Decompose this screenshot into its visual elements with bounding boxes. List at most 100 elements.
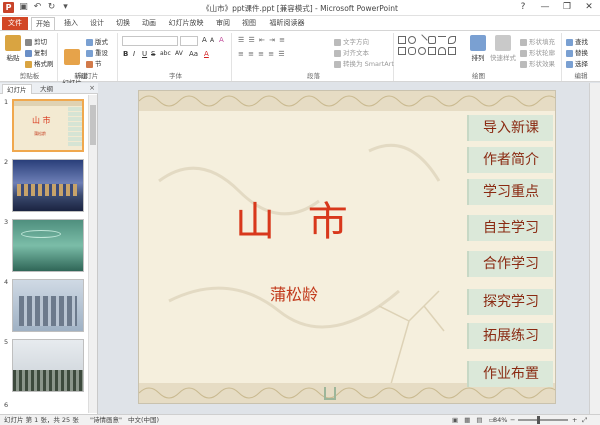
zoom-slider[interactable] <box>518 419 568 421</box>
menu-item-extension[interactable]: 拓展练习 <box>467 323 553 349</box>
arrange-button[interactable]: 排列 <box>468 35 488 62</box>
rectangle-shape-icon[interactable] <box>398 36 406 44</box>
close-pane-icon[interactable]: × <box>89 84 95 92</box>
slide-2-preview[interactable] <box>12 159 84 212</box>
shape-fill-button[interactable]: 形状填充 <box>520 36 555 46</box>
strikethrough-button[interactable]: S <box>151 50 155 58</box>
tab-transitions[interactable]: 切换 <box>112 17 134 30</box>
bold-button[interactable]: B <box>123 50 128 58</box>
slide-thumbnail[interactable]: 4 <box>0 277 88 333</box>
editor-scrollbar[interactable] <box>589 83 600 414</box>
slide-3-preview[interactable] <box>12 219 84 272</box>
reset-button[interactable]: 重设 <box>86 47 108 57</box>
tab-file[interactable]: 文件 <box>2 17 28 30</box>
circle-shape-icon[interactable] <box>418 47 426 55</box>
clear-format-button[interactable]: A <box>219 36 224 44</box>
format-painter-button[interactable]: 格式刷 <box>25 58 54 68</box>
tab-insert[interactable]: 插入 <box>60 17 82 30</box>
arrow-shape-icon[interactable] <box>438 36 446 44</box>
align-text-button[interactable]: 对齐文本 <box>334 47 369 57</box>
line-shape-icon[interactable] <box>416 34 428 46</box>
smartart-button[interactable]: 转换为 SmartArt <box>334 58 394 68</box>
shape-outline-button[interactable]: 形状轮廓 <box>520 47 555 57</box>
menu-item-self-study[interactable]: 自主学习 <box>467 215 553 241</box>
font-color-button[interactable]: A <box>204 50 209 58</box>
tab-view[interactable]: 视图 <box>238 17 260 30</box>
shape-effects-button[interactable]: 形状效果 <box>520 58 555 68</box>
view-buttons[interactable]: ▣ ▦ ▤ ▭ <box>452 415 497 425</box>
zoom-in-icon[interactable]: + <box>572 415 577 425</box>
shapes-gallery[interactable] <box>398 34 464 68</box>
slide-canvas[interactable]: 山 市 蒲松龄 导入新课 作者简介 学习重点 自主学习 合作学习 探究学习 拓展… <box>138 90 556 404</box>
tab-outline-pane[interactable]: 大纲 <box>36 84 57 94</box>
tab-animations[interactable]: 动画 <box>138 17 160 30</box>
quick-styles-button[interactable]: 快速样式 <box>490 35 516 62</box>
slide-author[interactable]: 蒲松龄 <box>270 281 318 305</box>
zoom-level[interactable]: 84% <box>493 415 507 425</box>
close-icon[interactable]: ✕ <box>578 0 600 15</box>
italic-button[interactable]: I <box>133 50 135 58</box>
align-buttons-icon[interactable]: ≡ ≡ ≡ ≡ ☰ <box>238 50 286 58</box>
tab-design[interactable]: 设计 <box>86 17 108 30</box>
slide-4-preview[interactable] <box>12 279 84 332</box>
shadow-button[interactable]: abc <box>160 50 171 57</box>
change-case-button[interactable]: Aa <box>189 50 198 58</box>
font-name-dropdown[interactable] <box>122 36 178 46</box>
layout-button[interactable]: 版式 <box>86 36 108 46</box>
help-icon[interactable]: ? <box>512 0 534 15</box>
fit-to-window-icon[interactable]: ⤢ <box>582 415 587 425</box>
tab-review[interactable]: 审阅 <box>212 17 234 30</box>
copy-button[interactable]: 复制 <box>25 47 47 57</box>
shrink-font-button[interactable]: A <box>210 37 214 44</box>
menu-item-cooperative[interactable]: 合作学习 <box>467 251 553 277</box>
thumb-skyline-image <box>19 296 77 326</box>
menu-item-intro[interactable]: 导入新课 <box>467 115 553 141</box>
tab-slides-pane[interactable]: 幻灯片 <box>2 84 32 94</box>
slide-title[interactable]: 山 市 <box>235 189 358 247</box>
text-direction-button[interactable]: 文字方向 <box>334 36 369 46</box>
smartart-icon <box>334 60 341 68</box>
slide-1-preview[interactable]: 山 市 蒲松龄 <box>12 99 84 152</box>
select-button[interactable]: 选择 <box>566 58 588 68</box>
thumbnails-scrollbar[interactable] <box>88 95 97 413</box>
zoom-slider-thumb[interactable] <box>537 416 540 424</box>
slide-thumbnail[interactable]: 1 山 市 蒲松龄 <box>0 97 88 153</box>
cut-button[interactable]: 剪切 <box>25 36 47 46</box>
arrange-icon <box>470 35 486 51</box>
find-button[interactable]: 查找 <box>566 36 588 46</box>
slide-5-preview[interactable] <box>12 339 84 392</box>
menu-item-homework[interactable]: 作业布置 <box>467 361 553 387</box>
zoom-out-icon[interactable]: − <box>510 415 515 425</box>
tab-slideshow[interactable]: 幻灯片放映 <box>164 17 208 30</box>
minimize-icon[interactable]: — <box>534 0 556 15</box>
square-shape-icon[interactable] <box>428 47 436 55</box>
more-shapes-icon[interactable] <box>448 47 456 55</box>
slide-thumbnail[interactable]: 2 <box>0 157 88 213</box>
rounded-rect-shape-icon[interactable] <box>428 36 436 44</box>
textbox-shape-icon[interactable] <box>398 47 406 55</box>
restore-icon[interactable]: ❐ <box>556 0 578 15</box>
language-indicator[interactable]: 中文(中国) <box>128 415 159 425</box>
callout-shape-icon[interactable] <box>408 47 416 55</box>
text-direction-icon <box>334 38 341 46</box>
menu-item-key-points[interactable]: 学习重点 <box>467 179 553 205</box>
oval-shape-icon[interactable] <box>408 36 416 44</box>
paste-button[interactable]: 粘贴 <box>4 35 22 62</box>
slide-thumbnail[interactable]: 3 <box>0 217 88 273</box>
menu-item-author[interactable]: 作者简介 <box>467 147 553 173</box>
theme-name[interactable]: "诗情画意" <box>90 415 122 425</box>
replace-button[interactable]: 替换 <box>566 47 588 57</box>
char-spacing-button[interactable]: AV <box>175 50 183 57</box>
arc-shape-icon[interactable] <box>438 47 446 55</box>
grow-font-button[interactable]: A <box>202 36 207 44</box>
underline-button[interactable]: U <box>142 50 147 58</box>
font-size-dropdown[interactable] <box>180 36 198 46</box>
slide-thumbnail[interactable]: 5 <box>0 337 88 393</box>
list-buttons-icon[interactable]: ☰ ☰ ⇤ ⇥ ≡ <box>238 36 286 44</box>
menu-item-inquiry[interactable]: 探究学习 <box>467 289 553 315</box>
curve-shape-icon[interactable] <box>448 36 456 44</box>
section-button[interactable]: 节 <box>86 58 102 68</box>
tab-home[interactable]: 开始 <box>31 17 55 30</box>
tab-foxit[interactable]: 福昕阅读器 <box>264 17 310 30</box>
scrollbar-thumb[interactable] <box>90 105 96 145</box>
